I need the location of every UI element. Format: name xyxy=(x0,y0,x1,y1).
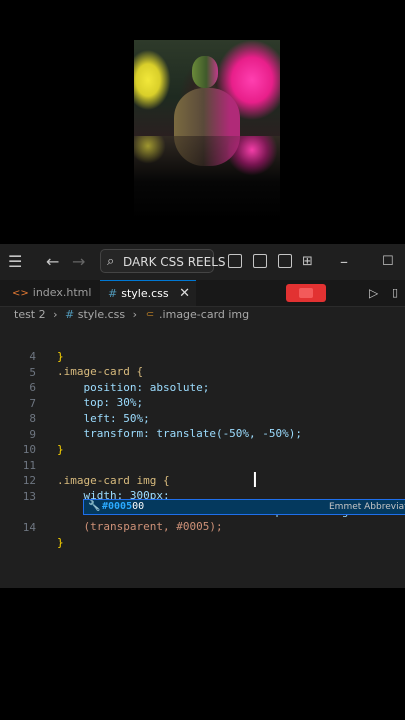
person-head xyxy=(192,56,218,88)
back-arrow-icon[interactable]: ← xyxy=(46,244,59,280)
breadcrumb: test 2 › # style.css › ⸦ .image-card img xyxy=(0,306,405,324)
code-line: 10 xyxy=(22,442,36,456)
code-line: 12 width: 300px; xyxy=(22,473,170,503)
tab-label: index.html xyxy=(32,286,92,299)
symbol-icon: ⸦ xyxy=(144,308,156,321)
code-editor[interactable]: } 4 .image-card { 5 position: absolute; … xyxy=(0,324,405,588)
toggle-panel-icon[interactable] xyxy=(253,254,267,268)
css-icon: # xyxy=(108,287,118,300)
minimize-icon[interactable]: – xyxy=(340,244,348,280)
reflection-torso xyxy=(174,136,240,166)
css-icon: # xyxy=(65,308,75,321)
suggestion-label: #000500 xyxy=(102,501,145,512)
breadcrumb-folder[interactable]: test 2 xyxy=(14,308,46,321)
suggestion-detail: Emmet Abbreviation xyxy=(329,502,405,512)
chevron-right-icon: › xyxy=(53,308,58,321)
customize-layout-icon[interactable]: ⊞ xyxy=(302,244,313,280)
editor-window: ☰ ← → ⌕ DARK CSS REELS ⊞ – ☐ <> index.htm… xyxy=(0,244,405,588)
chevron-right-icon: › xyxy=(132,308,138,321)
menu-icon[interactable]: ☰ xyxy=(8,244,22,280)
forward-arrow-icon[interactable]: → xyxy=(72,244,85,280)
autocomplete-suggestion[interactable]: 🔧 #000500 Emmet Abbreviation xyxy=(83,499,405,515)
text-cursor-icon: I xyxy=(252,468,258,492)
wrench-icon: 🔧 xyxy=(88,501,101,512)
run-icon[interactable]: ▷ xyxy=(369,280,378,306)
tab-index-html[interactable]: <> index.html xyxy=(12,280,100,306)
code-line: 4 .image-card { xyxy=(29,349,144,379)
title-bar: ☰ ← → ⌕ DARK CSS REELS ⊞ – ☐ xyxy=(0,244,405,281)
tab-style-css[interactable]: # style.css ✕ xyxy=(100,280,196,306)
breadcrumb-symbol[interactable]: .image-card img xyxy=(159,308,249,321)
command-center-search[interactable]: ⌕ DARK CSS REELS xyxy=(100,249,226,273)
code-line: 8 transform: translate(-50%, -50%); xyxy=(29,411,303,441)
search-icon: ⌕ xyxy=(107,254,115,269)
breadcrumb-file[interactable]: style.css xyxy=(78,308,125,321)
code-line: 9 } xyxy=(29,427,64,457)
maximize-icon[interactable]: ☐ xyxy=(382,244,394,280)
code-line: 6 top: 30%; xyxy=(29,380,144,410)
tab-label: style.css xyxy=(121,287,169,300)
toggle-sidebar-icon[interactable] xyxy=(228,254,242,268)
tab-bar: <> index.html # style.css ✕ ▷ ▯ xyxy=(0,280,405,307)
code-line: 7 left: 50%; xyxy=(29,396,150,426)
code-line: 5 position: absolute; xyxy=(29,365,210,395)
image-reflection xyxy=(134,136,280,220)
split-editor-icon[interactable]: ▯ xyxy=(392,280,398,306)
html-icon: <> xyxy=(12,288,29,299)
search-label: DARK CSS REELS xyxy=(123,255,226,269)
code-line: 13 -webkit-box-reflect: below 20px linea… xyxy=(22,489,395,519)
close-icon[interactable]: ✕ xyxy=(179,281,190,307)
person-torso xyxy=(174,88,240,136)
preview-image xyxy=(134,40,280,136)
toggle-secondary-sidebar-icon[interactable] xyxy=(278,254,292,268)
record-button[interactable] xyxy=(286,284,326,302)
code-line: 11 .image-card img { xyxy=(22,458,170,488)
